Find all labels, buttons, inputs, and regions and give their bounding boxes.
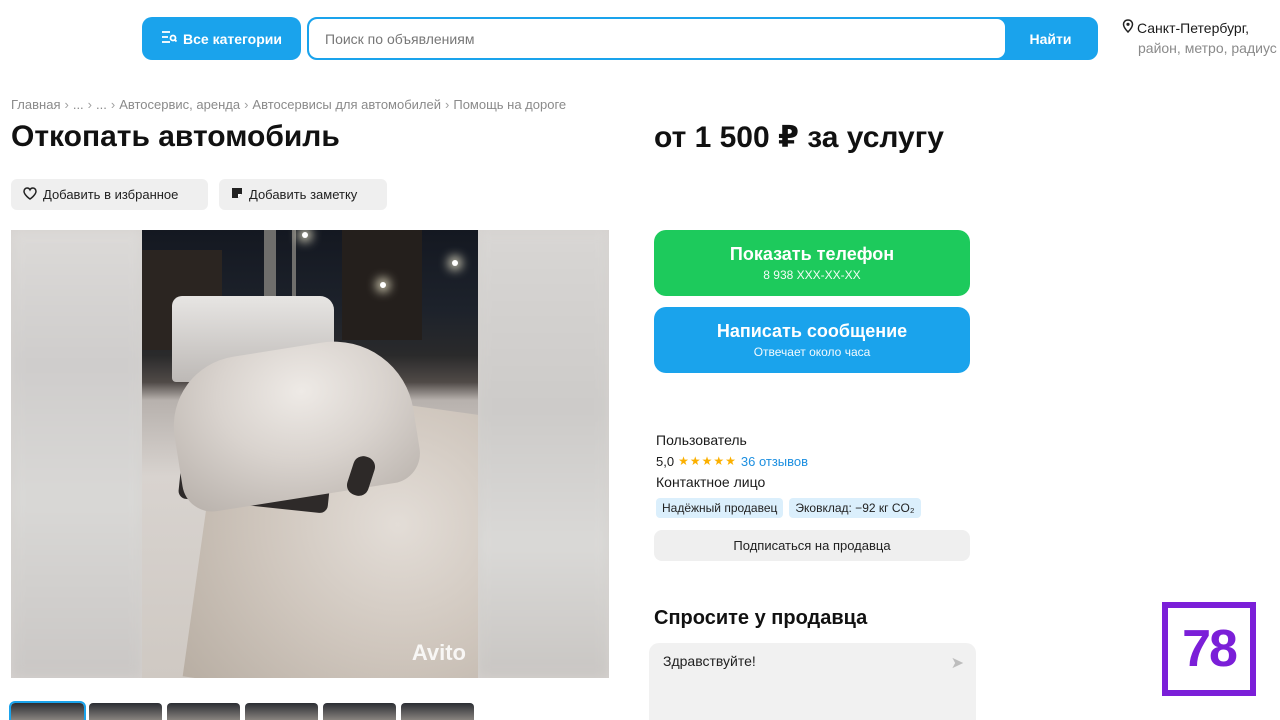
street-lamp bbox=[302, 232, 308, 238]
breadcrumb-item-autoservice[interactable]: Автосервис, аренда bbox=[119, 97, 240, 112]
thumbnail[interactable] bbox=[89, 703, 162, 720]
contact-person: Контактное лицо bbox=[656, 474, 766, 490]
chevron-right-icon: › bbox=[244, 97, 249, 112]
breadcrumb-item[interactable]: ... bbox=[73, 97, 84, 112]
note-icon bbox=[231, 187, 243, 202]
message-input[interactable]: Здравствуйте! ➤ bbox=[649, 643, 976, 720]
masked-phone-number: 8 938 XXX-XX-XX bbox=[763, 268, 861, 282]
photo-gallery[interactable]: Avito bbox=[11, 230, 609, 678]
reviews-link[interactable]: 36 отзывов bbox=[741, 451, 808, 472]
seller-type[interactable]: Пользователь bbox=[656, 430, 808, 451]
search-bar: Найти bbox=[307, 17, 1098, 60]
search-input[interactable] bbox=[309, 19, 1005, 58]
show-phone-label: Показать телефон bbox=[729, 244, 895, 264]
add-to-favorites-button[interactable]: Добавить в избранное bbox=[11, 179, 208, 210]
location-details: район, метро, радиус bbox=[1138, 40, 1277, 56]
star-rating-icon: ★★★★★ bbox=[678, 454, 737, 468]
chevron-right-icon: › bbox=[110, 97, 116, 112]
eco-contribution-badge[interactable]: Эковклад: −92 кг CO₂ bbox=[789, 498, 921, 518]
thumbnail[interactable] bbox=[401, 703, 474, 720]
breadcrumb-item-car-services[interactable]: Автосервисы для автомобилей bbox=[252, 97, 441, 112]
listing-price: от 1 500 ₽ за услугу bbox=[654, 121, 944, 154]
subscribe-seller-button[interactable]: Подписаться на продавца bbox=[654, 530, 970, 561]
response-time: Отвечает около часа bbox=[753, 345, 871, 359]
channel-78-logo: 78 bbox=[1162, 602, 1256, 696]
search-button[interactable]: Найти bbox=[1005, 19, 1096, 58]
heart-icon bbox=[23, 186, 37, 203]
message-text: Здравствуйте! bbox=[663, 653, 756, 669]
reliable-seller-badge[interactable]: Надёжный продавец bbox=[656, 498, 784, 518]
chevron-right-icon: › bbox=[87, 97, 93, 112]
main-listing-photo[interactable]: Avito bbox=[142, 230, 478, 678]
rating-value: 5,0 bbox=[656, 454, 675, 469]
category-list-icon bbox=[161, 30, 178, 47]
seller-info: Пользователь 5,0 ★★★★★ 36 отзывов Контак… bbox=[656, 430, 808, 493]
add-to-favorites-label: Добавить в избранное bbox=[43, 187, 179, 202]
location-city: Санкт-Петербург, bbox=[1137, 20, 1249, 36]
show-phone-button[interactable]: Показать телефон 8 938 XXX-XX-XX bbox=[654, 230, 970, 296]
street-lamp bbox=[380, 282, 386, 288]
add-note-button[interactable]: Добавить заметку bbox=[219, 179, 387, 210]
street-lamp bbox=[452, 260, 458, 266]
listing-title: Откопать автомобиль bbox=[11, 120, 340, 153]
thumbnail-strip bbox=[9, 701, 474, 720]
write-message-label: Написать сообщение bbox=[716, 321, 908, 341]
breadcrumb: Главная › ... › ... › Автосервис, аренда… bbox=[11, 97, 566, 112]
write-message-button[interactable]: Написать сообщение Отвечает около часа bbox=[654, 307, 970, 373]
thumbnail[interactable] bbox=[323, 703, 396, 720]
all-categories-label: Все категории bbox=[183, 30, 282, 47]
ask-seller-heading: Спросите у продавца bbox=[654, 607, 868, 629]
breadcrumb-item-roadside-help[interactable]: Помощь на дороге bbox=[453, 97, 566, 112]
location-pin-icon bbox=[1122, 18, 1134, 38]
thumbnail[interactable] bbox=[9, 701, 86, 720]
thumbnail[interactable] bbox=[245, 703, 318, 720]
avito-watermark: Avito bbox=[411, 640, 466, 665]
chevron-right-icon: › bbox=[445, 97, 450, 112]
gallery-blur-left bbox=[11, 230, 143, 678]
breadcrumb-item[interactable]: ... bbox=[96, 97, 107, 112]
send-icon[interactable]: ➤ bbox=[951, 653, 964, 673]
gallery-blur-right bbox=[477, 230, 609, 678]
seller-rating: 5,0 ★★★★★ 36 отзывов bbox=[656, 451, 808, 472]
chevron-right-icon: › bbox=[64, 97, 69, 112]
seller-badges: Надёжный продавец Эковклад: −92 кг CO₂ bbox=[656, 498, 921, 518]
add-note-label: Добавить заметку bbox=[249, 187, 358, 202]
location-selector[interactable]: Санкт-Петербург, район, метро, радиус bbox=[1122, 18, 1280, 58]
all-categories-button[interactable]: Все категории bbox=[142, 17, 301, 60]
thumbnail[interactable] bbox=[167, 703, 240, 720]
breadcrumb-item-home[interactable]: Главная bbox=[11, 97, 60, 112]
